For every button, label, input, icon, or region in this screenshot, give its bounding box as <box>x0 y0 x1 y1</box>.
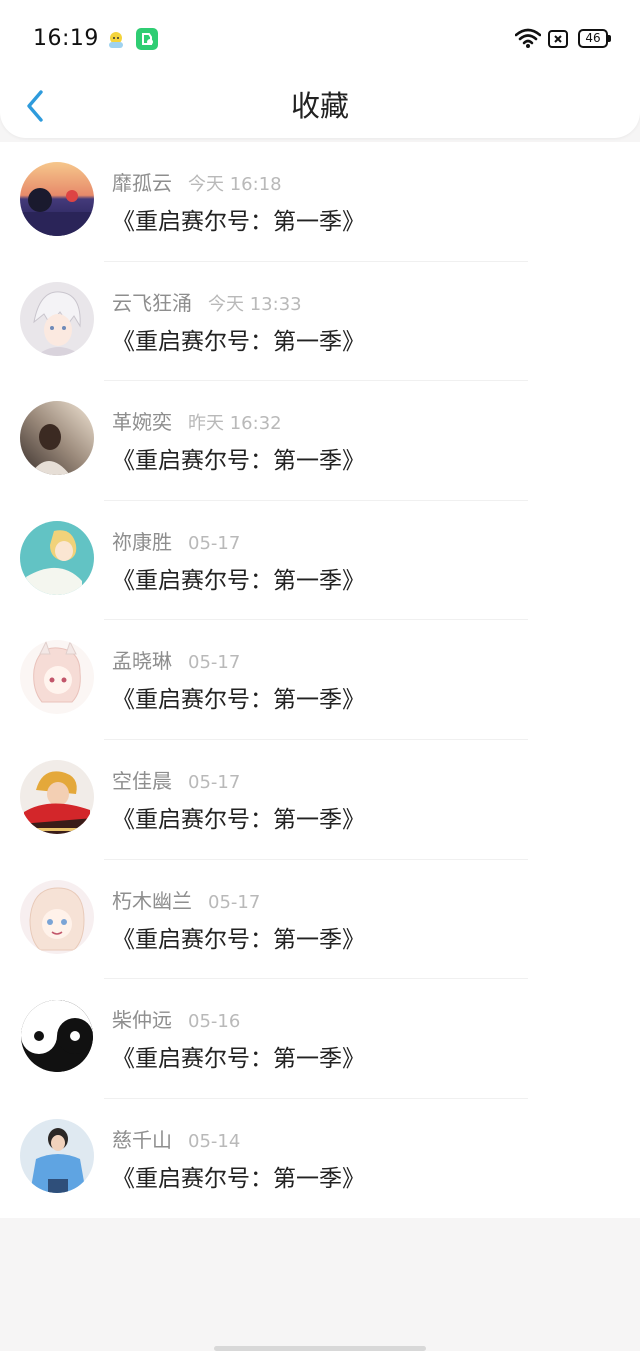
weather-notification-icon <box>109 32 123 48</box>
avatar[interactable] <box>20 640 94 715</box>
list-item[interactable]: 靡孤云 今天 16:18 《重启赛尔号：第一季》 <box>0 142 640 262</box>
status-time: 16:19 <box>33 26 99 51</box>
list-item[interactable]: 柴仲远 05-16 《重启赛尔号：第一季》 <box>0 979 640 1099</box>
back-button[interactable] <box>18 84 52 128</box>
item-time: 今天 13:33 <box>208 293 302 315</box>
item-time: 05-17 <box>208 891 261 913</box>
list-item[interactable]: 祢康胜 05-17 《重启赛尔号：第一季》 <box>0 501 640 621</box>
list-item[interactable]: 云飞狂涌 今天 13:33 《重启赛尔号：第一季》 <box>0 262 640 382</box>
user-name: 革婉奕 <box>112 410 172 435</box>
avatar[interactable] <box>20 520 94 595</box>
avatar[interactable] <box>20 1118 94 1193</box>
item-title: 《重启赛尔号：第一季》 <box>112 687 365 714</box>
status-bar: 16:19 46 <box>0 0 640 80</box>
user-name: 靡孤云 <box>112 171 172 195</box>
item-meta: 云飞狂涌 今天 13:33 <box>112 287 302 317</box>
item-meta: 慈千山 05-14 <box>112 1124 240 1154</box>
list-item[interactable]: 革婉奕 昨天 16:32 《重启赛尔号：第一季》 <box>0 381 640 501</box>
home-indicator[interactable] <box>214 1346 426 1351</box>
item-title: 《重启赛尔号：第一季》 <box>112 448 365 475</box>
item-time: 05-17 <box>188 652 241 674</box>
app-notification-icon <box>136 28 158 50</box>
item-meta: 柴仲远 05-16 <box>112 1004 240 1034</box>
item-meta: 孟晓琳 05-17 <box>112 645 240 675</box>
item-title: 《重启赛尔号：第一季》 <box>112 806 365 833</box>
user-name: 孟晓琳 <box>112 649 172 674</box>
item-meta: 靡孤云 今天 16:18 <box>112 167 282 197</box>
item-meta: 革婉奕 昨天 16:32 <box>112 406 282 436</box>
item-time: 05-17 <box>188 532 241 554</box>
item-title: 《重启赛尔号：第一季》 <box>112 926 365 953</box>
list-item[interactable]: 朽木幽兰 05-17 《重启赛尔号：第一季》 <box>0 860 640 980</box>
avatar[interactable] <box>20 759 94 834</box>
item-time: 05-17 <box>188 771 241 793</box>
wifi-icon <box>515 28 541 48</box>
avatar[interactable] <box>20 401 94 476</box>
list-item[interactable]: 空佳晨 05-17 《重启赛尔号：第一季》 <box>0 740 640 860</box>
item-title: 《重启赛尔号：第一季》 <box>112 328 365 355</box>
user-name: 柴仲远 <box>112 1008 172 1033</box>
user-name: 慈千山 <box>112 1127 172 1152</box>
item-title: 《重启赛尔号：第一季》 <box>112 209 365 235</box>
item-time: 昨天 16:32 <box>188 413 282 435</box>
item-title: 《重启赛尔号：第一季》 <box>112 567 365 594</box>
list-item[interactable]: 孟晓琳 05-17 《重启赛尔号：第一季》 <box>0 620 640 740</box>
battery-icon: 46 <box>578 29 611 48</box>
item-title: 《重启赛尔号：第一季》 <box>112 1046 365 1073</box>
item-time: 今天 16:18 <box>188 174 282 195</box>
item-meta: 祢康胜 05-17 <box>112 526 240 556</box>
item-time: 05-14 <box>188 1130 241 1152</box>
app-header: 16:19 46 收藏 <box>0 0 640 138</box>
avatar[interactable] <box>20 999 94 1074</box>
item-meta: 空佳晨 05-17 <box>112 765 240 795</box>
avatar[interactable] <box>20 281 94 356</box>
user-name: 朽木幽兰 <box>112 888 192 913</box>
user-name: 空佳晨 <box>112 768 172 793</box>
list-item[interactable]: 慈千山 05-14 《重启赛尔号：第一季》 <box>0 1099 640 1219</box>
user-name: 云飞狂涌 <box>112 290 192 315</box>
item-time: 05-16 <box>188 1011 241 1033</box>
page-title: 收藏 <box>290 89 349 123</box>
item-title: 《重启赛尔号：第一季》 <box>112 1165 365 1192</box>
no-sim-icon <box>548 30 568 48</box>
avatar[interactable] <box>20 162 94 236</box>
user-name: 祢康胜 <box>112 529 172 554</box>
avatar[interactable] <box>20 879 94 954</box>
chevron-left-icon <box>27 90 43 122</box>
item-meta: 朽木幽兰 05-17 <box>112 885 260 915</box>
favorites-list: 靡孤云 今天 16:18 《重启赛尔号：第一季》 云飞狂涌 今天 13:33 《重启… <box>0 142 640 1219</box>
